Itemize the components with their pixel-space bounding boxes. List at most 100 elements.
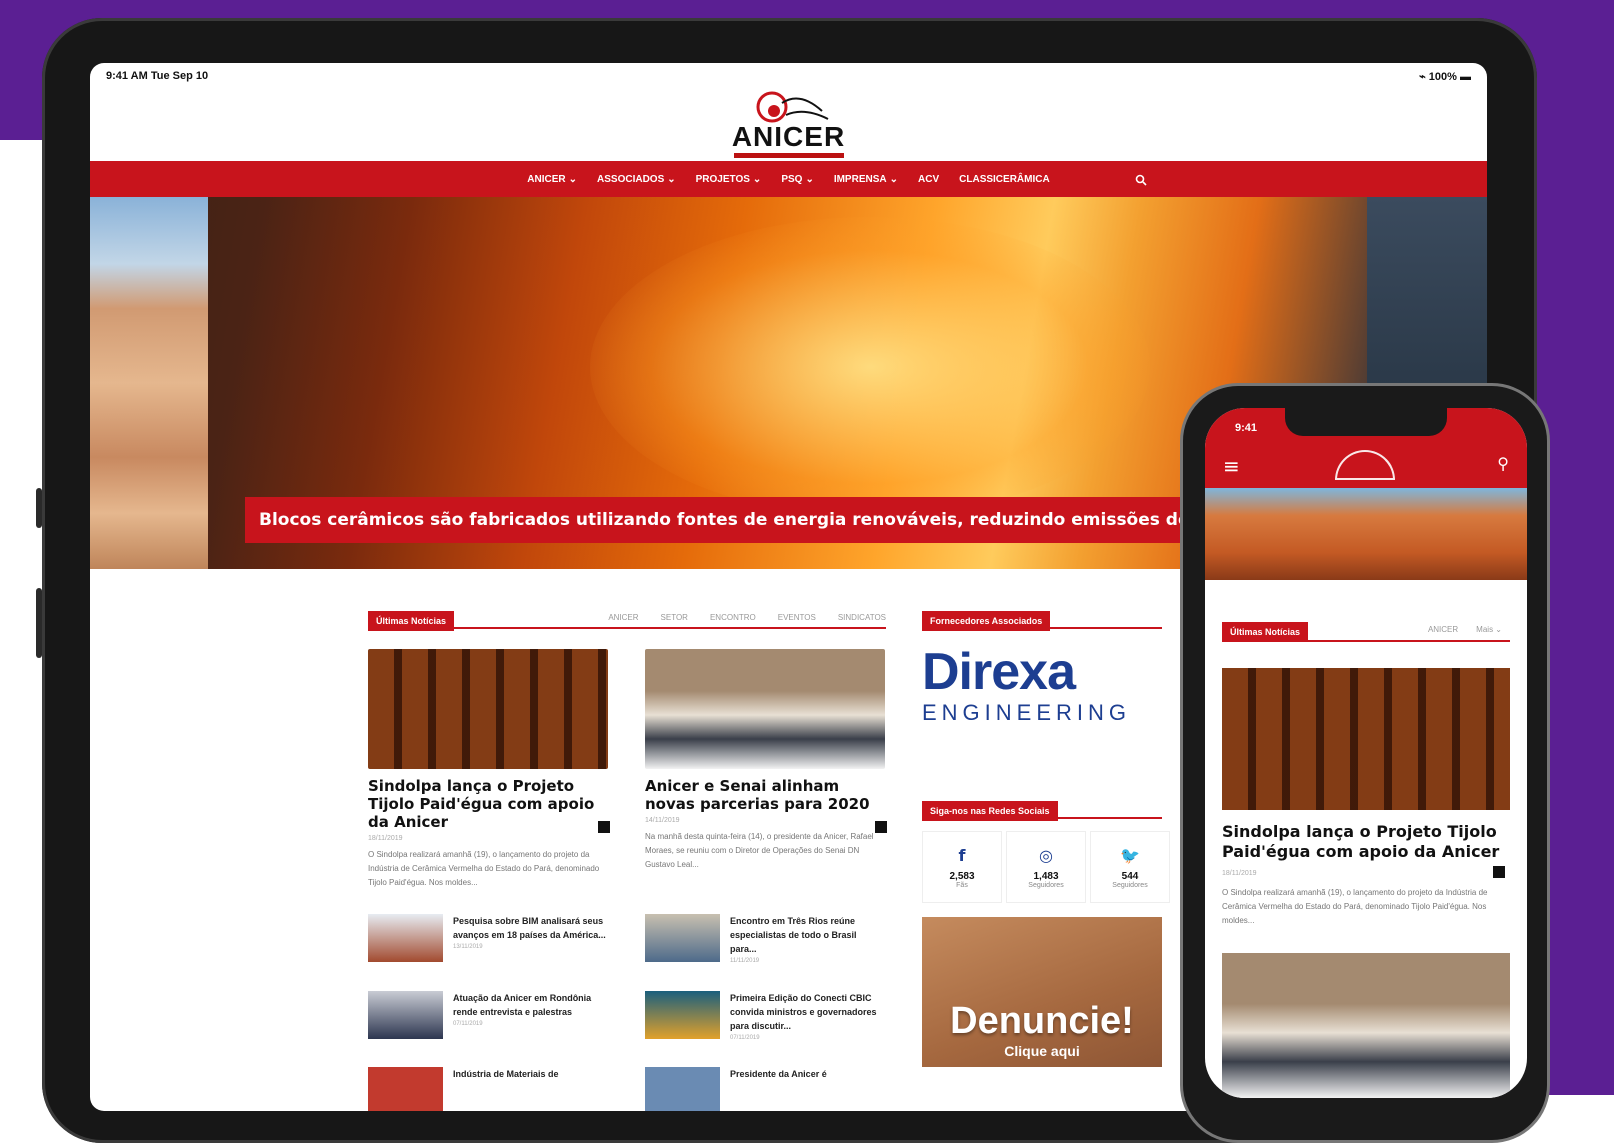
card-title[interactable]: Anicer e Senai alinham novas parcerias p… (645, 777, 890, 813)
suppliers-label: Fornecedores Associados (922, 611, 1051, 631)
facebook-counter[interactable]: f 2,583 Fãs (922, 831, 1002, 903)
card-date: 18/11/2019 (368, 835, 403, 842)
denuncie-link[interactable]: Clique aqui (1004, 1043, 1079, 1059)
list-thumb[interactable] (645, 914, 720, 962)
phone-frame: 9:41 ≡ ⚲ Últimas Notícias ANICER Mais ⌄ … (1180, 383, 1550, 1143)
chevron-down-icon: ⌄ (667, 173, 676, 185)
news-label: Últimas Notícias (368, 611, 455, 631)
tab-anicer[interactable]: ANICER (1428, 625, 1458, 634)
direxa-logo: Direxa (922, 643, 1076, 701)
comment-icon[interactable] (875, 821, 887, 833)
list-item[interactable]: Presidente da Anicer é (645, 1067, 885, 1111)
phone-tabs: ANICER Mais ⌄ (1428, 625, 1502, 634)
list-item[interactable]: Atuação da Anicer em Rondônia rende entr… (368, 991, 608, 1039)
phone-card-image[interactable] (1222, 953, 1510, 1098)
list-thumb[interactable] (368, 914, 443, 962)
tablet-button (36, 588, 42, 658)
news-tabs: ANICER SETOR ENCONTRO EVENTOS SINDICATOS (608, 613, 886, 622)
list-thumb[interactable] (368, 1067, 443, 1111)
tab-sindicatos[interactable]: SINDICATOS (838, 613, 886, 622)
nav-item-imprensa[interactable]: IMPRENSA ⌄ (834, 174, 898, 185)
twitter-label: Seguidores (1112, 881, 1148, 889)
tab-anicer[interactable]: ANICER (608, 613, 638, 622)
direxa-subtitle: ENGINEERING (922, 700, 1132, 725)
social-counters: f 2,583 Fãs ◎ 1,483 Seguidores 🐦 544 Seg… (922, 831, 1170, 903)
card-date: 14/11/2019 (645, 817, 680, 824)
list-title[interactable]: Pesquisa sobre BIM analisará seus avanço… (453, 914, 608, 942)
list-title[interactable]: Indústria de Materiais de (453, 1067, 608, 1081)
logo-icon (756, 91, 828, 123)
chevron-down-icon: ⌄ (568, 173, 578, 185)
social-section-header: Siga-nos nas Redes Sociais (922, 799, 1162, 821)
phone-time: 9:41 (1235, 422, 1258, 434)
phone-logo-icon[interactable] (1335, 450, 1395, 480)
search-icon[interactable] (1135, 171, 1147, 190)
phone-card-date: 18/11/2019 (1222, 870, 1257, 877)
instagram-counter[interactable]: ◎ 1,483 Seguidores (1006, 831, 1086, 903)
list-item[interactable]: Primeira Edição do Conecti CBIC convida … (645, 991, 885, 1041)
card-image[interactable] (368, 649, 608, 769)
phone-news-label: Últimas Notícias (1222, 622, 1309, 642)
status-battery: ⌁ 100% ▬ (1419, 70, 1471, 83)
search-icon[interactable]: ⚲ (1497, 454, 1509, 473)
featured-card[interactable]: Sindolpa lança o Projeto Tijolo Paid'égu… (368, 649, 613, 890)
list-title[interactable]: Atuação da Anicer em Rondônia rende entr… (453, 991, 608, 1019)
list-item[interactable]: Encontro em Três Rios reúne especialista… (645, 914, 885, 964)
news-section-header: Últimas Notícias ANICER SETOR ENCONTRO E… (368, 609, 886, 631)
list-item[interactable]: Pesquisa sobre BIM analisará seus avanço… (368, 914, 608, 962)
card-excerpt: Na manhã desta quinta-feira (14), o pres… (645, 832, 874, 869)
nav-item-acv[interactable]: ACV (918, 174, 939, 185)
phone-notch (1285, 408, 1447, 436)
chevron-down-icon: ⌄ (752, 173, 762, 185)
nav-item-projetos[interactable]: PROJETOS ⌄ (696, 174, 762, 185)
phone-screen: 9:41 ≡ ⚲ Últimas Notícias ANICER Mais ⌄ … (1205, 408, 1527, 1098)
list-date: 07/11/2019 (453, 1021, 483, 1027)
phone-hero-image[interactable] (1205, 488, 1527, 580)
hero-side-image-left (90, 197, 208, 569)
list-date: 11/11/2019 (730, 958, 760, 964)
facebook-icon: f (958, 845, 966, 865)
denuncie-title: Denuncie! (950, 1000, 1134, 1042)
logo-underline (733, 153, 844, 158)
instagram-label: Seguidores (1028, 881, 1064, 889)
denuncie-banner[interactable]: Denuncie! Clique aqui (922, 917, 1162, 1067)
list-date: 07/11/2019 (730, 1035, 760, 1041)
comment-icon[interactable] (598, 821, 610, 833)
hero-fire-glow (590, 217, 1150, 517)
list-thumb[interactable] (645, 991, 720, 1039)
list-thumb[interactable] (645, 1067, 720, 1111)
site-logo[interactable]: ANICER (90, 89, 1487, 161)
instagram-count: 1,483 (1033, 870, 1059, 882)
twitter-counter[interactable]: 🐦 544 Seguidores (1090, 831, 1170, 903)
instagram-icon: ◎ (1039, 845, 1053, 865)
tab-setor[interactable]: SETOR (661, 613, 688, 622)
nav-item-anicer[interactable]: ANICER ⌄ (527, 174, 577, 185)
twitter-icon: 🐦 (1120, 845, 1140, 865)
status-time: 9:41 AM Tue Sep 10 (106, 70, 209, 82)
list-title[interactable]: Presidente da Anicer é (730, 1067, 885, 1081)
phone-card-title[interactable]: Sindolpa lança o Projeto Tijolo Paid'égu… (1222, 822, 1510, 862)
tab-mais[interactable]: Mais ⌄ (1476, 625, 1502, 634)
list-thumb[interactable] (368, 991, 443, 1039)
list-item[interactable]: Indústria de Materiais de (368, 1067, 608, 1111)
comment-icon[interactable] (1493, 866, 1505, 878)
card-title[interactable]: Sindolpa lança o Projeto Tijolo Paid'égu… (368, 777, 613, 831)
nav-item-psq[interactable]: PSQ ⌄ (781, 174, 814, 185)
nav-item-associados[interactable]: ASSOCIADOS ⌄ (597, 174, 676, 185)
featured-card[interactable]: Anicer e Senai alinham novas parcerias p… (645, 649, 890, 872)
card-image[interactable] (645, 649, 885, 769)
tab-encontro[interactable]: ENCONTRO (710, 613, 756, 622)
list-title[interactable]: Primeira Edição do Conecti CBIC convida … (730, 991, 885, 1033)
twitter-count: 544 (1121, 870, 1139, 882)
facebook-count: 2,583 (949, 870, 975, 882)
direxa-ad[interactable]: Direxa ENGINEERING (922, 644, 1167, 764)
nav-item-classiceramica[interactable]: CLASSICERÂMICA (959, 174, 1050, 185)
phone-card-image[interactable] (1222, 668, 1510, 810)
hero-caption[interactable]: Blocos cerâmicos são fabricados utilizan… (245, 497, 1245, 543)
menu-icon[interactable]: ≡ (1223, 454, 1240, 478)
list-date: 13/11/2019 (453, 944, 483, 950)
tab-eventos[interactable]: EVENTOS (778, 613, 816, 622)
phone-news-header: Últimas Notícias ANICER Mais ⌄ (1222, 620, 1510, 642)
chevron-down-icon: ⌄ (805, 173, 814, 185)
list-title[interactable]: Encontro em Três Rios reúne especialista… (730, 914, 885, 956)
